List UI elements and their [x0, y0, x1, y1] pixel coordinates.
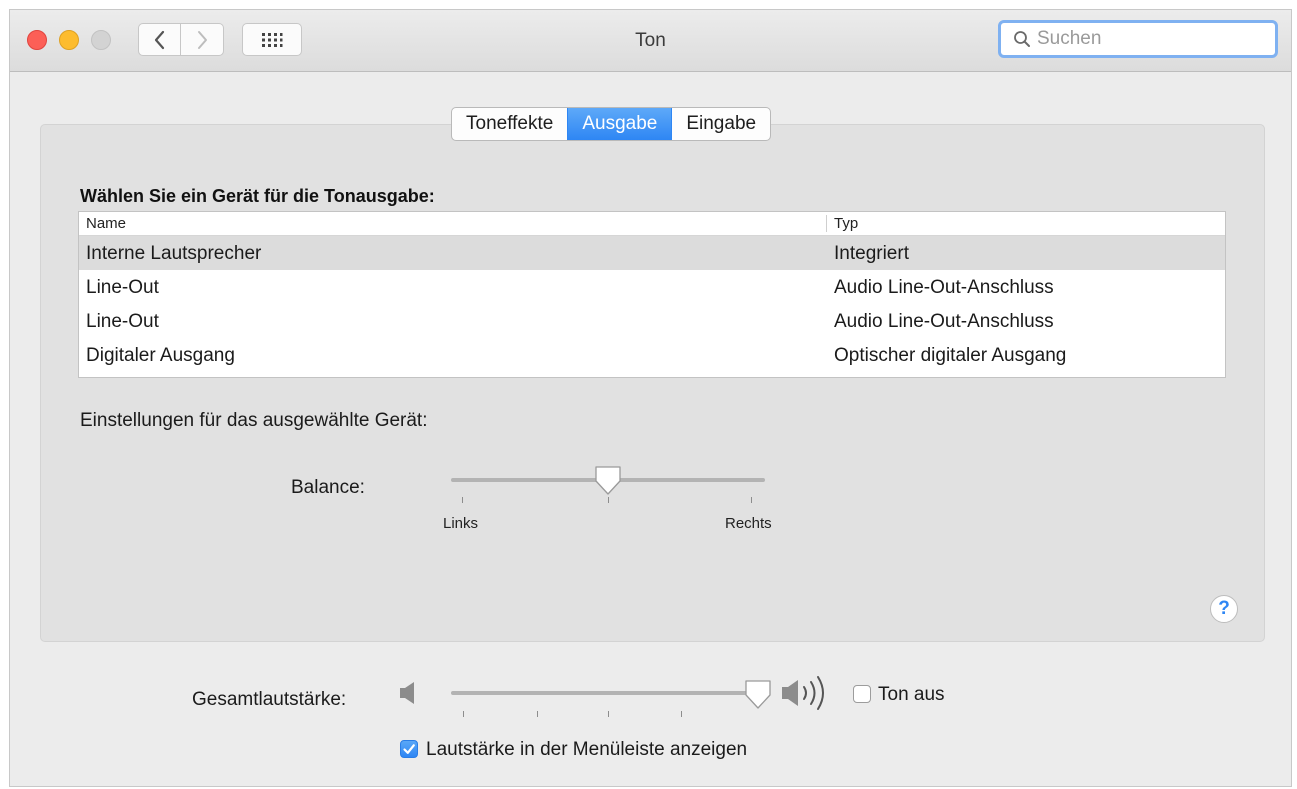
help-icon: ?	[1218, 598, 1230, 619]
volume-label: Gesamtlautstärke:	[192, 689, 347, 710]
search-input[interactable]	[1037, 28, 1257, 50]
title-bar: Ton	[10, 10, 1291, 72]
volume-tick	[463, 711, 464, 717]
device-type: Integriert	[834, 243, 909, 264]
table-row[interactable]: Line-Out Audio Line-Out-Anschluss	[79, 304, 1225, 338]
volume-tick	[537, 711, 538, 717]
search-field[interactable]	[998, 20, 1278, 58]
table-row[interactable]: Digitaler Ausgang Optischer digitaler Au…	[79, 338, 1225, 372]
balance-label: Balance:	[291, 477, 365, 498]
mute-checkbox[interactable]	[853, 685, 871, 703]
tab-eingabe[interactable]: Eingabe	[671, 108, 770, 140]
speaker-low-icon	[400, 682, 414, 704]
column-separator	[826, 215, 827, 232]
show-volume-label: Lautstärke in der Menüleiste anzeigen	[426, 739, 748, 760]
volume-slider-track[interactable]	[451, 691, 761, 695]
device-name: Interne Lautsprecher	[86, 243, 262, 264]
device-table[interactable]: Name Typ Interne Lautsprecher Integriert…	[78, 211, 1226, 378]
mute-label: Ton aus	[878, 684, 945, 705]
device-name: Digitaler Ausgang	[86, 345, 235, 366]
balance-tick	[608, 497, 609, 503]
search-icon	[1013, 30, 1031, 48]
balance-tick	[751, 497, 752, 503]
preferences-window: Ton Toneffekte Ausgabe Eingabe Wählen Si…	[9, 9, 1292, 787]
tab-bar: Toneffekte Ausgabe Eingabe	[451, 107, 772, 141]
balance-tick	[462, 497, 463, 503]
settings-label: Einstellungen für das ausgewählte Gerät:	[80, 410, 428, 431]
device-name: Line-Out	[86, 311, 159, 332]
device-type: Audio Line-Out-Anschluss	[834, 277, 1054, 298]
device-type: Optischer digitaler Ausgang	[834, 345, 1067, 366]
table-row[interactable]: Interne Lautsprecher Integriert	[79, 236, 1225, 270]
device-name: Line-Out	[86, 277, 159, 298]
show-volume-checkbox[interactable]	[400, 740, 418, 758]
column-header-name[interactable]: Name	[86, 215, 126, 232]
table-header: Name Typ	[79, 212, 1225, 236]
table-row[interactable]: Line-Out Audio Line-Out-Anschluss	[79, 270, 1225, 304]
volume-tick	[608, 711, 609, 717]
tab-toneffekte[interactable]: Toneffekte	[452, 108, 567, 140]
balance-right-label: Rechts	[725, 515, 772, 532]
balance-slider-thumb[interactable]	[593, 465, 623, 497]
volume-slider-thumb[interactable]	[743, 679, 773, 711]
tab-ausgabe[interactable]: Ausgabe	[567, 108, 672, 140]
speaker-high-icon	[782, 676, 824, 710]
help-button[interactable]: ?	[1210, 595, 1238, 623]
column-header-type[interactable]: Typ	[834, 215, 858, 232]
volume-tick	[681, 711, 682, 717]
output-heading: Wählen Sie ein Gerät für die Tonausgabe:	[80, 186, 435, 206]
device-type: Audio Line-Out-Anschluss	[834, 311, 1054, 332]
checkmark-icon	[403, 744, 415, 754]
balance-left-label: Links	[443, 515, 479, 532]
